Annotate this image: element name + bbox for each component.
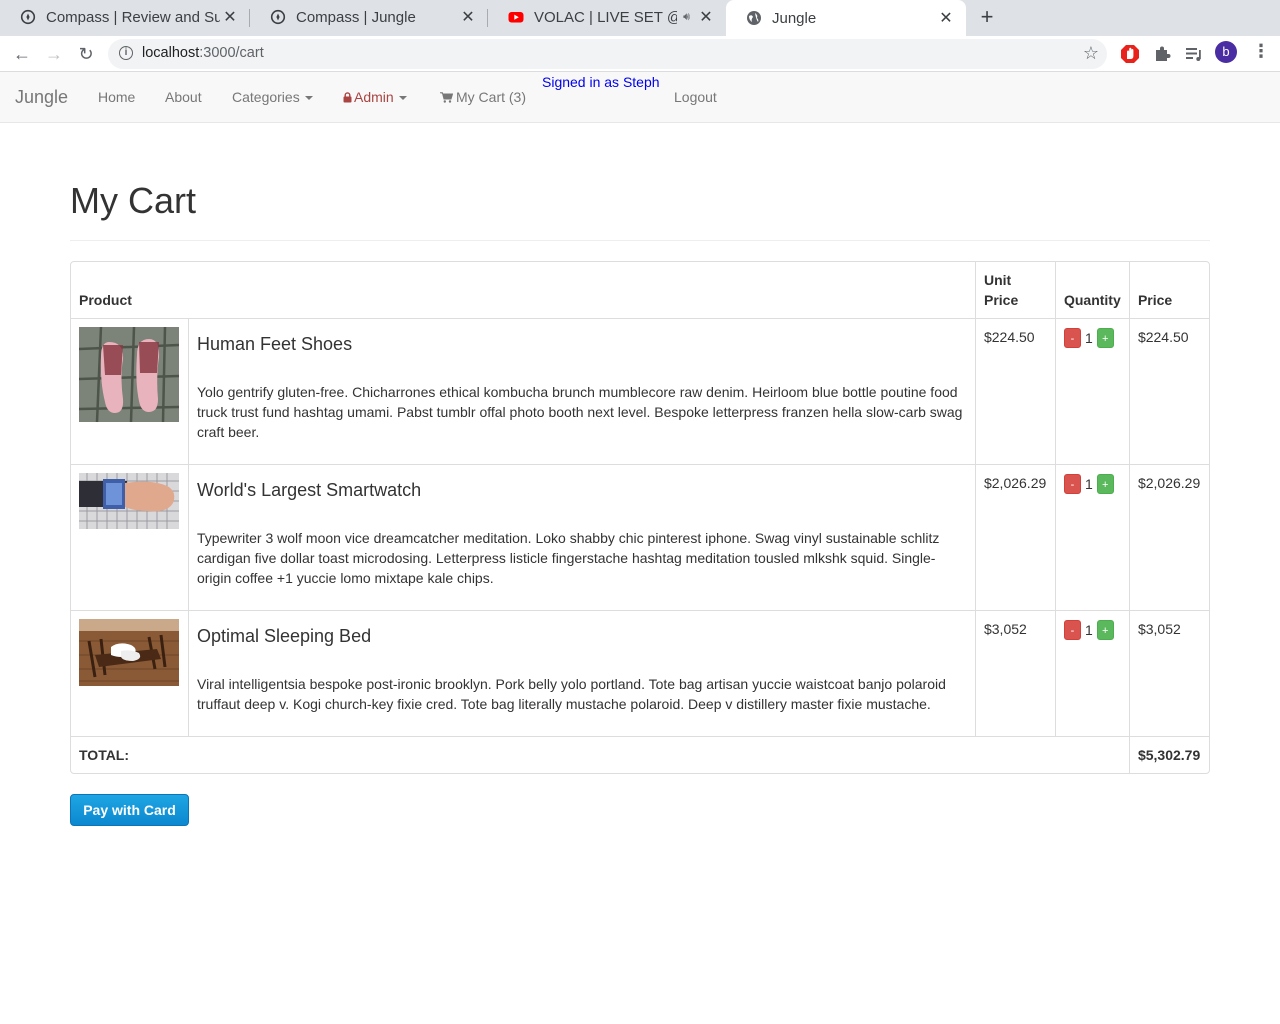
quantity-stepper: - 1 +	[1063, 474, 1121, 494]
total-value: $5,302.79	[1128, 736, 1209, 773]
title-divider	[70, 240, 1210, 241]
product-image-cell	[71, 464, 188, 610]
signed-in-status: Signed in as Steph	[542, 74, 660, 90]
caret-down-icon	[304, 96, 313, 101]
unit-price: $224.50	[974, 318, 1055, 464]
profile-avatar[interactable]: b	[1215, 41, 1237, 63]
info-icon[interactable]: i	[119, 46, 133, 60]
increase-quantity-button[interactable]: +	[1096, 328, 1114, 348]
url-text[interactable]: localhost:3000/cart	[142, 45, 264, 61]
admin-label: Admin	[354, 89, 394, 105]
speaker-icon[interactable]: 🔊︎	[683, 11, 690, 24]
bookmark-star-icon[interactable]: ☆	[1083, 43, 1099, 64]
decrease-quantity-button[interactable]: -	[1063, 474, 1081, 494]
header-unit-price: Unit Price	[974, 262, 1055, 318]
youtube-icon	[508, 12, 524, 23]
product-name[interactable]: Human Feet Shoes	[197, 333, 967, 355]
increase-quantity-button[interactable]: +	[1096, 620, 1114, 640]
product-image-shoes[interactable]	[79, 327, 179, 422]
product-info-cell: Optimal Sleeping Bed Viral intelligentsi…	[187, 610, 975, 736]
page-title: My Cart	[70, 180, 196, 221]
header-quantity: Quantity	[1054, 262, 1129, 318]
cart-table: Product Unit Price Quantity Price Human …	[70, 261, 1210, 774]
quantity-stepper: - 1 +	[1063, 328, 1121, 348]
nav-about-link[interactable]: About	[165, 89, 202, 105]
nav-logout-link[interactable]: Logout	[674, 89, 717, 105]
browser-tab-1[interactable]: Compass | Review and Su ✕	[0, 0, 250, 34]
table-row: Optimal Sleeping Bed Viral intelligentsi…	[71, 610, 1209, 736]
nav-categories-dropdown[interactable]: Categories	[232, 89, 313, 105]
decrease-quantity-button[interactable]: -	[1063, 328, 1081, 348]
product-description: Viral intelligentsia bespoke post-ironic…	[196, 676, 946, 712]
browser-menu-icon[interactable]: ⋮	[1252, 42, 1270, 62]
tab-title: Compass | Jungle	[296, 8, 416, 26]
product-image-cell	[71, 318, 188, 464]
site-navbar: Jungle Home About Categories Admin My Ca…	[0, 72, 1280, 123]
product-name[interactable]: World's Largest Smartwatch	[197, 479, 967, 501]
compass-icon	[20, 9, 36, 25]
increase-quantity-button[interactable]: +	[1096, 474, 1114, 494]
nav-cart-link[interactable]: My Cart (3)	[440, 89, 526, 105]
nav-home-link[interactable]: Home	[98, 89, 135, 105]
product-description: Typewriter 3 wolf moon vice dreamcatcher…	[196, 530, 940, 586]
quantity-cell: - 1 +	[1054, 464, 1129, 610]
unit-price: $3,052	[974, 610, 1055, 736]
quantity-stepper: - 1 +	[1063, 620, 1121, 640]
tab-title: Compass | Review and Su	[46, 8, 220, 26]
back-arrow-icon[interactable]: ←	[10, 42, 34, 66]
tab-title: Jungle	[772, 9, 817, 27]
product-description: Yolo gentrify gluten-free. Chicharrones …	[196, 384, 963, 440]
extensions-puzzle-icon[interactable]	[1152, 44, 1172, 64]
browser-tab-2[interactable]: Compass | Jungle ✕	[250, 0, 488, 34]
caret-down-icon	[398, 96, 407, 101]
decrease-quantity-button[interactable]: -	[1063, 620, 1081, 640]
globe-icon	[747, 11, 761, 25]
new-tab-button[interactable]: +	[976, 4, 998, 30]
tab-title: VOLAC | LIVE SET @ PA	[534, 8, 677, 26]
product-image-bed[interactable]	[79, 619, 179, 686]
quantity-cell: - 1 +	[1054, 318, 1129, 464]
media-queue-icon[interactable]	[1184, 44, 1204, 64]
close-icon[interactable]: ✕	[220, 7, 240, 27]
close-icon[interactable]: ✕	[458, 7, 478, 27]
table-header-row: Product Unit Price Quantity Price	[71, 262, 1209, 318]
address-bar[interactable]: i localhost:3000/cart ☆	[108, 39, 1107, 69]
reload-icon[interactable]: ↻	[74, 42, 98, 66]
quantity-value: 1	[1084, 622, 1093, 638]
nav-admin-dropdown[interactable]: Admin	[343, 89, 407, 105]
unit-price: $2,026.29	[974, 464, 1055, 610]
header-price: Price	[1128, 262, 1209, 318]
close-icon[interactable]: ✕	[936, 8, 956, 28]
browser-tab-3[interactable]: VOLAC | LIVE SET @ PA 🔊︎ ✕	[488, 0, 726, 34]
browser-tabstrip: Compass | Review and Su ✕ Compass | Jung…	[0, 0, 1280, 36]
brand-link[interactable]: Jungle	[15, 87, 68, 108]
table-row: Human Feet Shoes Yolo gentrify gluten-fr…	[71, 318, 1209, 464]
line-price: $3,052	[1128, 610, 1209, 736]
cart-label: My Cart (3)	[456, 89, 526, 105]
table-row: World's Largest Smartwatch Typewriter 3 …	[71, 464, 1209, 610]
shopping-cart-icon	[440, 92, 454, 103]
line-price: $2,026.29	[1128, 464, 1209, 610]
categories-label: Categories	[232, 89, 300, 105]
product-name[interactable]: Optimal Sleeping Bed	[197, 625, 967, 647]
adblock-icon[interactable]	[1120, 44, 1140, 64]
close-icon[interactable]: ✕	[696, 7, 716, 27]
lock-icon	[343, 92, 352, 103]
browser-tab-4[interactable]: Jungle ✕	[726, 0, 966, 36]
quantity-cell: - 1 +	[1054, 610, 1129, 736]
quantity-value: 1	[1084, 476, 1093, 492]
line-price: $224.50	[1128, 318, 1209, 464]
header-product: Product	[79, 292, 132, 308]
total-row: TOTAL: $5,302.79	[71, 736, 1209, 773]
quantity-value: 1	[1084, 330, 1093, 346]
browser-toolbar: ← → ↻ i localhost:3000/cart ☆	[0, 36, 1280, 72]
compass-icon	[270, 9, 286, 25]
product-info-cell: Human Feet Shoes Yolo gentrify gluten-fr…	[187, 318, 975, 464]
product-image-cell	[71, 610, 188, 736]
forward-arrow-icon[interactable]: →	[42, 42, 66, 66]
total-label: TOTAL:	[71, 736, 1129, 773]
product-image-smartwatch[interactable]	[79, 473, 179, 529]
product-info-cell: World's Largest Smartwatch Typewriter 3 …	[187, 464, 975, 610]
pay-with-card-button[interactable]: Pay with Card	[70, 794, 189, 826]
